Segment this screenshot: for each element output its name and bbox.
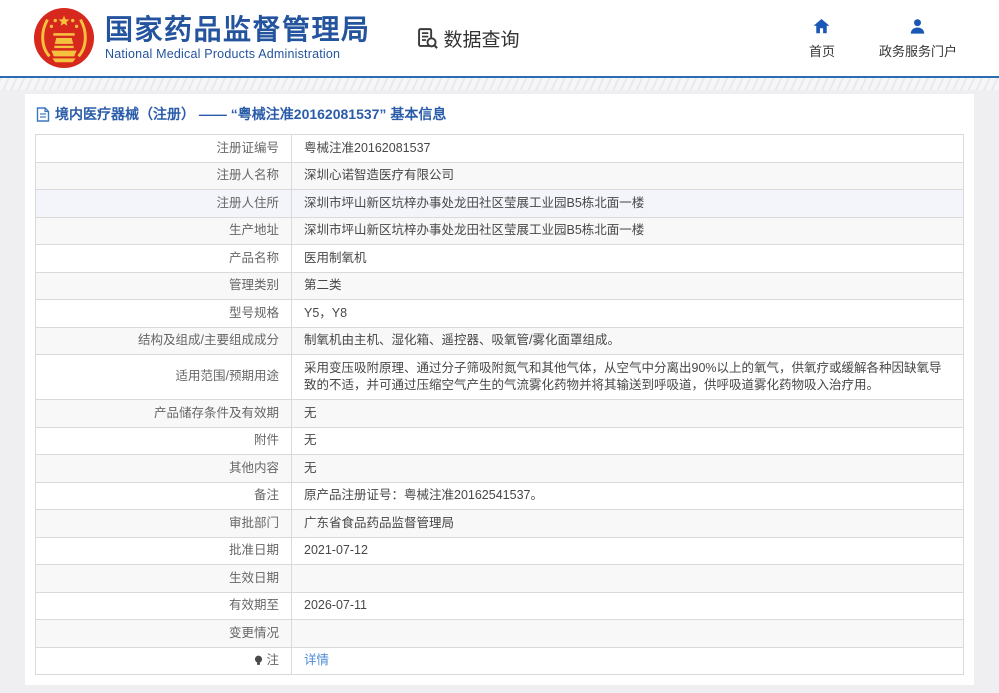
nav-home[interactable]: 首页	[809, 17, 835, 60]
agency-title-block: 国家药品监督管理局 National Medical Products Admi…	[105, 15, 371, 61]
row-value: 2026-07-11	[292, 592, 964, 620]
table-row: 适用范围/预期用途采用变压吸附原理、通过分子筛吸附氮气和其他气体，从空气中分离出…	[36, 355, 964, 400]
detail-link[interactable]: 详情	[304, 653, 329, 667]
table-row: 批准日期2021-07-12	[36, 537, 964, 565]
row-label: 注册人名称	[36, 162, 292, 190]
data-query-label: 数据查询	[444, 25, 520, 52]
page-title: 境内医疗器械（注册） —— “粤械注准20162081537” 基本信息	[55, 104, 446, 124]
page: 国家药品监督管理局 National Medical Products Admi…	[0, 0, 999, 693]
row-label: 结构及组成/主要组成成分	[36, 327, 292, 355]
document-icon	[36, 107, 50, 122]
agency-name-en: National Medical Products Administration	[105, 47, 371, 61]
header-divider-texture	[0, 78, 999, 90]
row-value	[292, 565, 964, 593]
user-icon	[908, 17, 927, 36]
table-row: 注册证编号粤械注准20162081537	[36, 135, 964, 163]
row-label: 产品储存条件及有效期	[36, 400, 292, 428]
row-value: 医用制氧机	[292, 245, 964, 273]
row-value: 无	[292, 455, 964, 483]
info-table-body: 注册证编号粤械注准20162081537注册人名称深圳心诺智造医疗有限公司注册人…	[36, 135, 964, 675]
row-label: 有效期至	[36, 592, 292, 620]
row-value: 详情	[292, 647, 964, 675]
table-row: 结构及组成/主要组成成分制氧机由主机、湿化箱、遥控器、吸氧管/雾化面罩组成。	[36, 327, 964, 355]
table-row: 产品储存条件及有效期无	[36, 400, 964, 428]
row-value: 无	[292, 427, 964, 455]
row-value: 第二类	[292, 272, 964, 300]
site-header: 国家药品监督管理局 National Medical Products Admi…	[0, 0, 999, 78]
table-row: 其他内容无	[36, 455, 964, 483]
info-table: 注册证编号粤械注准20162081537注册人名称深圳心诺智造医疗有限公司注册人…	[35, 134, 964, 675]
row-value: 深圳心诺智造医疗有限公司	[292, 162, 964, 190]
row-label: 附件	[36, 427, 292, 455]
table-row: 管理类别第二类	[36, 272, 964, 300]
data-query-nav[interactable]: 数据查询	[416, 25, 520, 52]
page-title-bar: 境内医疗器械（注册） —— “粤械注准20162081537” 基本信息	[25, 94, 974, 132]
row-value: 制氧机由主机、湿化箱、遥控器、吸氧管/雾化面罩组成。	[292, 327, 964, 355]
row-label: 批准日期	[36, 537, 292, 565]
info-table-wrap: 注册证编号粤械注准20162081537注册人名称深圳心诺智造医疗有限公司注册人…	[25, 132, 974, 677]
table-row: 变更情况	[36, 620, 964, 648]
row-value: Y5，Y8	[292, 300, 964, 328]
row-label: 产品名称	[36, 245, 292, 273]
row-label: 型号规格	[36, 300, 292, 328]
row-value: 深圳市坪山新区坑梓办事处龙田社区莹展工业园B5栋北面一楼	[292, 190, 964, 218]
table-row: 产品名称医用制氧机	[36, 245, 964, 273]
brand: 国家药品监督管理局 National Medical Products Admi…	[33, 7, 371, 69]
nav-portal-label: 政务服务门户	[879, 41, 957, 60]
row-label: 注册证编号	[36, 135, 292, 163]
home-icon	[812, 17, 831, 36]
row-label: 审批部门	[36, 510, 292, 538]
table-row: 注册人住所深圳市坪山新区坑梓办事处龙田社区莹展工业园B5栋北面一楼	[36, 190, 964, 218]
row-value: 原产品注册证号：粤械注准20162541537。	[292, 482, 964, 510]
row-label: 变更情况	[36, 620, 292, 648]
row-label: 适用范围/预期用途	[36, 355, 292, 400]
data-query-icon	[416, 27, 439, 50]
nav-home-label: 首页	[809, 41, 835, 60]
row-value: 粤械注准20162081537	[292, 135, 964, 163]
row-value	[292, 620, 964, 648]
table-row: 附件无	[36, 427, 964, 455]
note-icon	[253, 655, 264, 666]
table-row: 生效日期	[36, 565, 964, 593]
row-label: 注	[36, 647, 292, 675]
national-emblem-icon	[33, 7, 95, 69]
row-label: 注册人住所	[36, 190, 292, 218]
row-label: 其他内容	[36, 455, 292, 483]
row-value: 广东省食品药品监督管理局	[292, 510, 964, 538]
row-value: 深圳市坪山新区坑梓办事处龙田社区莹展工业园B5栋北面一楼	[292, 217, 964, 245]
row-label: 生产地址	[36, 217, 292, 245]
table-row: 注册人名称深圳心诺智造医疗有限公司	[36, 162, 964, 190]
table-row: 有效期至2026-07-11	[36, 592, 964, 620]
row-value: 无	[292, 400, 964, 428]
table-row: 备注原产品注册证号：粤械注准20162541537。	[36, 482, 964, 510]
row-value: 2021-07-12	[292, 537, 964, 565]
row-label: 备注	[36, 482, 292, 510]
table-row: 审批部门广东省食品药品监督管理局	[36, 510, 964, 538]
content-card: 境内医疗器械（注册） —— “粤械注准20162081537” 基本信息 注册证…	[25, 94, 974, 685]
table-row: 注详情	[36, 647, 964, 675]
nav-portal[interactable]: 政务服务门户	[879, 17, 957, 60]
table-row: 生产地址深圳市坪山新区坑梓办事处龙田社区莹展工业园B5栋北面一楼	[36, 217, 964, 245]
agency-name-cn: 国家药品监督管理局	[105, 15, 371, 44]
row-label: 生效日期	[36, 565, 292, 593]
table-row: 型号规格Y5，Y8	[36, 300, 964, 328]
header-nav: 首页 政务服务门户	[809, 17, 957, 60]
row-label: 管理类别	[36, 272, 292, 300]
row-value: 采用变压吸附原理、通过分子筛吸附氮气和其他气体，从空气中分离出90%以上的氧气，…	[292, 355, 964, 400]
